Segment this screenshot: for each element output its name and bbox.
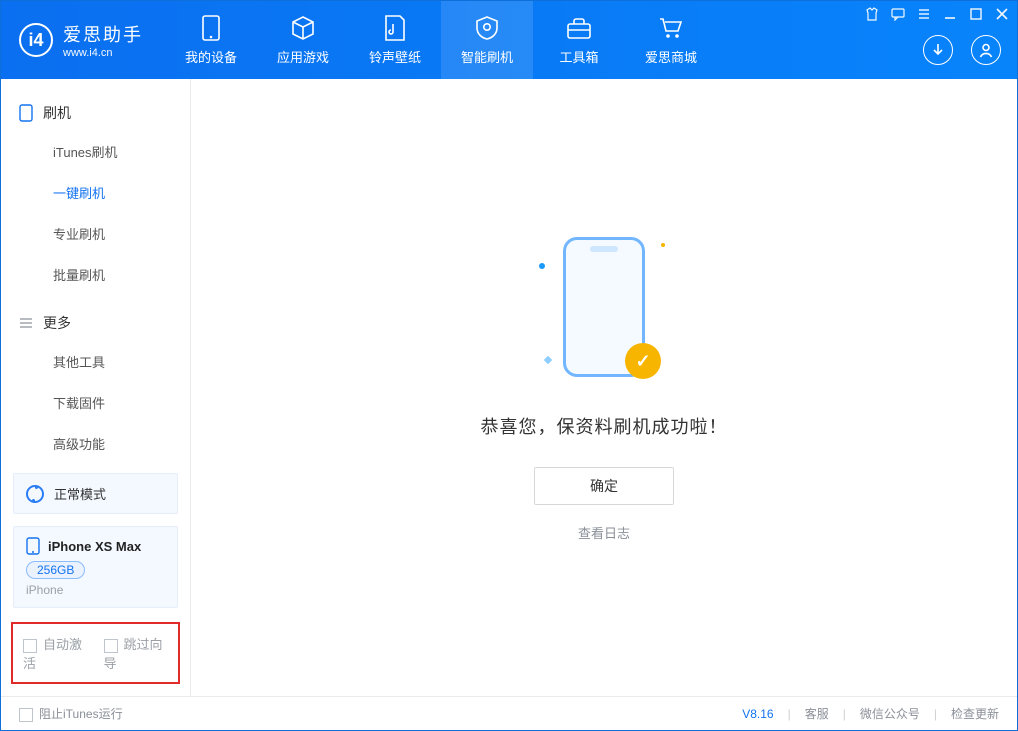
block-itunes-checkbox[interactable]: 阻止iTunes运行 — [19, 705, 123, 722]
nav-tab-toolbox[interactable]: 工具箱 — [533, 1, 625, 79]
device-mode-label: 正常模式 — [54, 484, 106, 503]
support-link[interactable]: 客服 — [805, 705, 829, 722]
nav-tab-store[interactable]: 爱思商城 — [625, 1, 717, 79]
footer-left: 阻止iTunes运行 — [19, 705, 123, 722]
sparkle-icon — [661, 243, 665, 247]
device-capacity-pill: 256GB — [26, 561, 85, 579]
app-title: 爱思助手 — [63, 21, 143, 47]
skip-guide-checkbox[interactable]: 跳过向导 — [104, 634, 169, 672]
sidebar-item-pro-flash[interactable]: 专业刷机 — [1, 213, 190, 254]
nav-tab-label: 工具箱 — [559, 47, 598, 66]
footer-right: V8.16 | 客服 | 微信公众号 | 检查更新 — [742, 705, 999, 722]
check-update-link[interactable]: 检查更新 — [951, 705, 999, 722]
nav-tab-label: 铃声壁纸 — [369, 47, 421, 66]
skin-icon[interactable] — [865, 7, 879, 21]
user-account-button[interactable] — [971, 35, 1001, 65]
nav-tab-ringtones-wallpapers[interactable]: 铃声壁纸 — [349, 1, 441, 79]
sidebar-section-label: 刷机 — [43, 103, 71, 123]
app-logo-block: i4 爱思助手 www.i4.cn — [1, 1, 165, 79]
sidebar-section-more: 更多 — [1, 303, 190, 341]
block-itunes-label: 阻止iTunes运行 — [39, 707, 123, 721]
nav-tab-label: 爱思商城 — [645, 47, 697, 66]
version-label: V8.16 — [742, 707, 773, 721]
footer-divider: | — [788, 707, 791, 721]
checkbox-icon — [104, 639, 118, 653]
download-button[interactable] — [923, 35, 953, 65]
nav-tab-my-device[interactable]: 我的设备 — [165, 1, 257, 79]
nav-tabs: 我的设备 应用游戏 铃声壁纸 智能刷机 工具箱 — [165, 1, 717, 79]
app-site: www.i4.cn — [63, 47, 143, 59]
app-logo-icon: i4 — [19, 23, 53, 57]
menu-icon[interactable] — [917, 7, 931, 21]
flash-options-row: 自动激活 跳过向导 — [11, 622, 180, 684]
device-mode-box[interactable]: 正常模式 — [13, 473, 178, 514]
checkbox-icon — [19, 708, 33, 722]
wechat-link[interactable]: 微信公众号 — [860, 705, 920, 722]
maximize-button[interactable] — [969, 7, 983, 21]
list-icon — [19, 316, 33, 330]
sparkle-icon — [544, 356, 552, 364]
app-body: 刷机 iTunes刷机 一键刷机 专业刷机 批量刷机 更多 其他工具 下载固件 … — [1, 79, 1017, 696]
sidebar-item-advanced[interactable]: 高级功能 — [1, 423, 190, 464]
footer-divider: | — [843, 707, 846, 721]
success-message: 恭喜您，保资料刷机成功啦！ — [481, 413, 728, 439]
cube-icon — [290, 15, 316, 41]
sidebar-item-batch-flash[interactable]: 批量刷机 — [1, 254, 190, 295]
device-name: iPhone XS Max — [48, 539, 141, 554]
gear-shield-icon — [474, 15, 500, 41]
feedback-icon[interactable] — [891, 7, 905, 21]
sidebar-section-label: 更多 — [43, 313, 71, 333]
cart-icon — [658, 15, 684, 41]
ok-button[interactable]: 确定 — [534, 467, 674, 505]
device-name-row: iPhone XS Max — [26, 537, 165, 555]
device-type: iPhone — [26, 583, 165, 597]
device-info-box[interactable]: iPhone XS Max 256GB iPhone — [13, 526, 178, 608]
sidebar-item-onekey-flash[interactable]: 一键刷机 — [1, 172, 190, 213]
nav-tab-label: 我的设备 — [185, 47, 237, 66]
sidebar-item-download-firmware[interactable]: 下载固件 — [1, 382, 190, 423]
minimize-button[interactable] — [943, 7, 957, 21]
app-header: i4 爱思助手 www.i4.cn 我的设备 应用游戏 铃声壁纸 — [1, 1, 1017, 79]
nav-tab-label: 应用游戏 — [277, 47, 329, 66]
phone-small-icon — [26, 537, 40, 555]
nav-tab-apps-games[interactable]: 应用游戏 — [257, 1, 349, 79]
footer: 阻止iTunes运行 V8.16 | 客服 | 微信公众号 | 检查更新 — [1, 696, 1017, 730]
nav-tab-smart-flash[interactable]: 智能刷机 — [441, 1, 533, 79]
mode-normal-icon — [26, 485, 44, 503]
device-small-icon — [19, 104, 33, 122]
view-log-link[interactable]: 查看日志 — [578, 523, 630, 542]
device-icon — [198, 15, 224, 41]
auto-activate-checkbox[interactable]: 自动激活 — [23, 634, 88, 672]
nav-tab-label: 智能刷机 — [461, 47, 513, 66]
sidebar-item-itunes-flash[interactable]: iTunes刷机 — [1, 131, 190, 172]
success-illustration: ✓ — [549, 233, 659, 393]
checkbox-icon — [23, 639, 37, 653]
sparkle-icon — [539, 263, 545, 269]
main-content: ✓ 恭喜您，保资料刷机成功啦！ 确定 查看日志 — [191, 79, 1017, 696]
sidebar-item-other-tools[interactable]: 其他工具 — [1, 341, 190, 382]
success-check-badge-icon: ✓ — [625, 343, 661, 379]
app-logo-text: 爱思助手 www.i4.cn — [63, 21, 143, 59]
sidebar-section-flash: 刷机 — [1, 93, 190, 131]
music-file-icon — [382, 15, 408, 41]
sidebar: 刷机 iTunes刷机 一键刷机 专业刷机 批量刷机 更多 其他工具 下载固件 … — [1, 79, 191, 696]
footer-divider: | — [934, 707, 937, 721]
header-actions — [923, 35, 1001, 65]
window-controls — [865, 7, 1009, 21]
toolbox-icon — [566, 15, 592, 41]
close-button[interactable] — [995, 7, 1009, 21]
